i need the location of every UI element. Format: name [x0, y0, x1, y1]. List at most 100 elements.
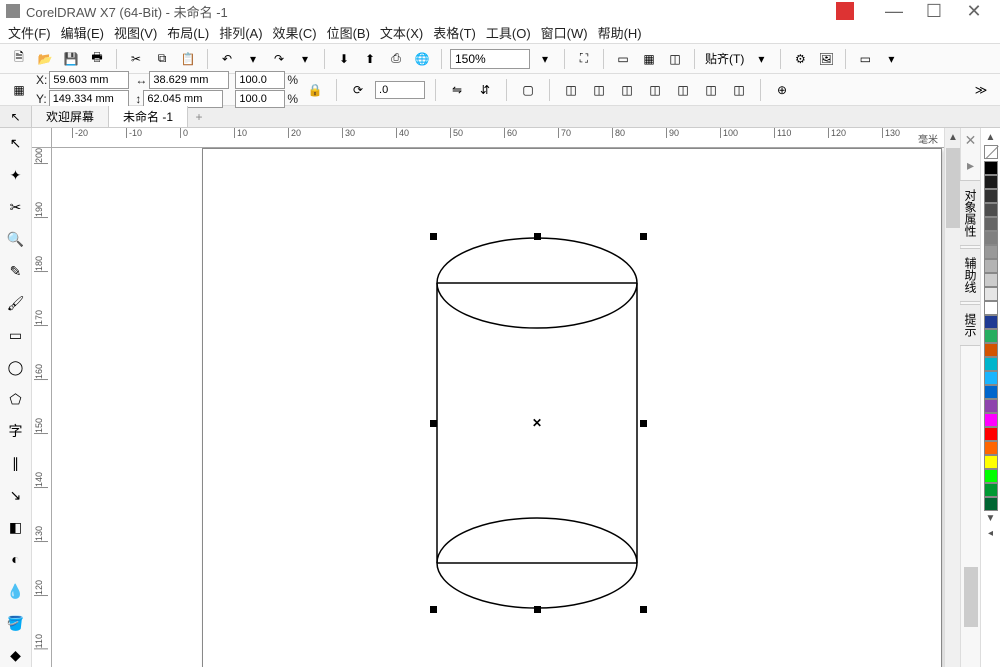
color-swatch[interactable] — [984, 175, 998, 189]
parallel-dim-icon[interactable]: ∥ — [4, 452, 28, 474]
palette-up-icon[interactable]: ▲ — [986, 132, 996, 143]
color-swatch[interactable] — [984, 273, 998, 287]
scale-x-input[interactable] — [235, 71, 285, 89]
mirror-v-icon[interactable]: ⇵ — [474, 79, 496, 101]
simplify-icon[interactable]: ◫ — [644, 79, 666, 101]
web-icon[interactable]: 🌐 — [411, 48, 433, 70]
interactive-fill-icon[interactable]: 🪣 — [4, 612, 28, 634]
open-icon[interactable]: 📂 — [34, 48, 56, 70]
snap-label[interactable]: 贴齐(T) — [705, 50, 744, 67]
ruler-corner[interactable] — [32, 128, 52, 148]
color-swatch[interactable] — [984, 441, 998, 455]
color-swatch[interactable] — [984, 189, 998, 203]
palette-down-icon[interactable]: ▼ — [986, 513, 996, 524]
redo-dropdown-icon[interactable]: ▾ — [294, 48, 316, 70]
horizontal-ruler[interactable]: 毫米 -20-100102030405060708090100110120130 — [52, 128, 944, 148]
artistic-media-icon[interactable]: 🖌 — [4, 292, 28, 314]
width-input[interactable] — [149, 71, 229, 89]
vertical-ruler[interactable]: 200190180170160150140130120110 — [32, 148, 52, 667]
color-swatch[interactable] — [984, 287, 998, 301]
launch-icon[interactable]: 🖼 — [815, 48, 837, 70]
color-swatch[interactable] — [984, 259, 998, 273]
color-swatch[interactable] — [984, 399, 998, 413]
publish-icon[interactable]: ⎙ — [385, 48, 407, 70]
scale-y-input[interactable] — [235, 90, 285, 108]
back-minus-front-icon[interactable]: ◫ — [700, 79, 722, 101]
ellipse-tool-icon[interactable]: ◯ — [4, 356, 28, 378]
canvas[interactable]: ✕ — [52, 148, 944, 667]
palette-flyout-icon[interactable]: ◂ — [988, 528, 993, 539]
selection-handle-tl[interactable] — [430, 233, 437, 240]
menu-effects[interactable]: 效果(C) — [273, 23, 317, 42]
drop-shadow-icon[interactable]: ◧ — [4, 516, 28, 538]
minimize-button[interactable]: — — [874, 1, 914, 22]
color-swatch[interactable] — [984, 469, 998, 483]
menu-layout[interactable]: 布局(L) — [167, 23, 209, 42]
trim-icon[interactable]: ◫ — [588, 79, 610, 101]
selection-handle-mr[interactable] — [640, 420, 647, 427]
lock-ratio-icon[interactable]: 🔒 — [304, 79, 326, 101]
to-front-icon[interactable]: ▢ — [517, 79, 539, 101]
show-rulers-icon[interactable]: ▭ — [612, 48, 634, 70]
vertical-scrollbar[interactable]: ▲ — [944, 128, 960, 667]
tab-add-button[interactable]: + — [188, 106, 210, 127]
color-swatch[interactable] — [984, 357, 998, 371]
selection-handle-tm[interactable] — [534, 233, 541, 240]
text-tool-icon[interactable]: 字 — [4, 420, 28, 442]
show-guidelines-icon[interactable]: ◫ — [664, 48, 686, 70]
maximize-button[interactable]: ☐ — [914, 1, 954, 22]
redo-icon[interactable]: ↷ — [268, 48, 290, 70]
docker-expand-icon[interactable]: ▸ — [967, 157, 974, 174]
new-icon[interactable]: 🗎 — [8, 48, 30, 70]
copy-icon[interactable]: ⧉ — [151, 48, 173, 70]
tab-document[interactable]: 未命名 -1 — [109, 106, 188, 127]
selection-handle-br[interactable] — [640, 606, 647, 613]
connector-tool-icon[interactable]: ↘ — [4, 484, 28, 506]
undo-icon[interactable]: ↶ — [216, 48, 238, 70]
menu-text[interactable]: 文本(X) — [380, 23, 423, 42]
pick-tool-icon[interactable]: ↖ — [0, 106, 32, 127]
mirror-h-icon[interactable]: ⇋ — [446, 79, 468, 101]
color-swatch[interactable] — [984, 483, 998, 497]
color-swatch[interactable] — [984, 385, 998, 399]
app-launcher-icon[interactable]: ▭ — [854, 48, 876, 70]
x-position-input[interactable] — [49, 71, 129, 89]
shape-tool-icon[interactable]: ✦ — [4, 164, 28, 186]
user-icon[interactable] — [836, 2, 854, 20]
transparency-tool-icon[interactable]: ◐ — [4, 548, 28, 570]
front-minus-back-icon[interactable]: ◫ — [672, 79, 694, 101]
menu-table[interactable]: 表格(T) — [433, 23, 476, 42]
color-swatch[interactable] — [984, 343, 998, 357]
docker-close-icon[interactable]: ✕ — [965, 132, 977, 149]
menu-file[interactable]: 文件(F) — [8, 23, 51, 42]
docker-hints[interactable]: 提示 — [959, 304, 982, 346]
color-swatch[interactable] — [984, 413, 998, 427]
zoom-tool-icon[interactable]: 🔍 — [4, 228, 28, 250]
pick-tool-icon[interactable]: ↖ — [4, 132, 28, 154]
color-swatch[interactable] — [984, 161, 998, 175]
cut-icon[interactable]: ✂ — [125, 48, 147, 70]
selection-handle-tr[interactable] — [640, 233, 647, 240]
menu-view[interactable]: 视图(V) — [114, 23, 157, 42]
color-swatch[interactable] — [984, 217, 998, 231]
export-icon[interactable]: ⬆ — [359, 48, 381, 70]
color-swatch[interactable] — [984, 315, 998, 329]
menu-window[interactable]: 窗口(W) — [541, 23, 588, 42]
add-icon[interactable]: ⊕ — [771, 79, 793, 101]
color-swatch[interactable] — [984, 329, 998, 343]
save-icon[interactable]: 💾 — [60, 48, 82, 70]
color-swatch[interactable] — [984, 427, 998, 441]
color-swatch[interactable] — [984, 455, 998, 469]
rectangle-tool-icon[interactable]: ▭ — [4, 324, 28, 346]
no-color-swatch[interactable] — [984, 145, 998, 159]
options-icon[interactable]: ⚙ — [789, 48, 811, 70]
selection-handle-ml[interactable] — [430, 420, 437, 427]
selection-handle-bl[interactable] — [430, 606, 437, 613]
color-swatch[interactable] — [984, 371, 998, 385]
menu-help[interactable]: 帮助(H) — [598, 23, 642, 42]
boundary-icon[interactable]: ◫ — [728, 79, 750, 101]
tab-welcome[interactable]: 欢迎屏幕 — [32, 106, 109, 127]
snap-dropdown-icon[interactable]: ▾ — [750, 48, 772, 70]
selection-center-icon[interactable]: ✕ — [532, 416, 542, 430]
menu-tools[interactable]: 工具(O) — [486, 23, 531, 42]
